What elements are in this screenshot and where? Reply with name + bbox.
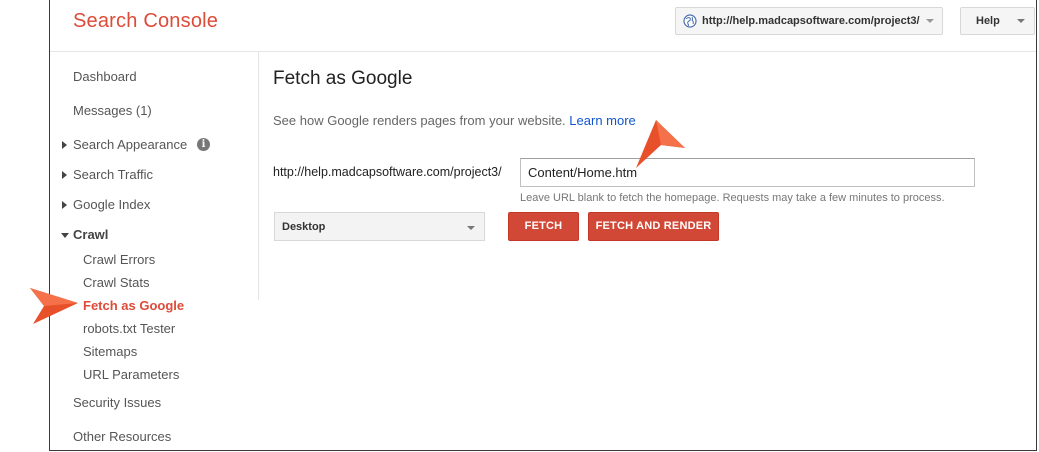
fetch-button[interactable]: FETCH xyxy=(508,212,579,241)
sidebar-item-dashboard[interactable]: Dashboard xyxy=(73,69,137,84)
sidebar-item-crawl-errors[interactable]: Crawl Errors xyxy=(83,252,155,267)
chevron-down-icon xyxy=(1017,19,1025,23)
sidebar-item-search-appearance[interactable]: Search Appearance xyxy=(62,137,188,152)
sidebar-divider xyxy=(258,52,259,300)
fetch-and-render-button[interactable]: FETCH AND RENDER xyxy=(588,212,719,241)
help-button[interactable]: Help xyxy=(960,7,1035,35)
sidebar-item-crawl-stats[interactable]: Crawl Stats xyxy=(83,275,149,290)
search-console-window: Search Console http://help.madcapsoftwar… xyxy=(49,0,1037,451)
description-text: See how Google renders pages from your w… xyxy=(273,113,566,128)
callout-arrow-icon xyxy=(636,120,685,168)
url-prefix: http://help.madcapsoftware.com/project3/ xyxy=(273,165,502,179)
url-path-input[interactable] xyxy=(520,158,975,187)
page-description: See how Google renders pages from your w… xyxy=(273,113,636,128)
property-selector[interactable]: http://help.madcapsoftware.com/project3/ xyxy=(675,7,943,35)
app-logo[interactable]: Search Console xyxy=(73,10,218,33)
expand-arrow-icon xyxy=(62,201,67,209)
expand-arrow-icon xyxy=(62,171,67,179)
page-title: Fetch as Google xyxy=(273,68,413,89)
sidebar-item-search-traffic[interactable]: Search Traffic xyxy=(62,167,153,182)
sidebar-item-messages[interactable]: Messages (1) xyxy=(73,103,152,118)
expand-arrow-icon xyxy=(62,141,67,149)
chevron-down-icon xyxy=(926,19,934,23)
sidebar-item-label: Search Traffic xyxy=(73,167,153,182)
sidebar-item-sitemaps[interactable]: Sitemaps xyxy=(83,344,137,359)
sidebar: Dashboard Messages (1) Search Appearance… xyxy=(50,52,259,450)
collapse-arrow-icon xyxy=(61,233,69,238)
sidebar-item-fetch-as-google[interactable]: Fetch as Google xyxy=(83,298,184,313)
sidebar-item-crawl[interactable]: Crawl xyxy=(61,227,109,242)
header-bar: Search Console http://help.madcapsoftwar… xyxy=(50,0,1036,52)
sidebar-item-label: Google Index xyxy=(73,197,151,212)
sidebar-item-google-index[interactable]: Google Index xyxy=(62,197,151,212)
globe-icon xyxy=(683,14,697,28)
sidebar-item-label: Crawl xyxy=(73,227,109,242)
sidebar-item-label: Search Appearance xyxy=(73,137,188,152)
device-select[interactable]: Desktop xyxy=(274,212,485,241)
info-icon[interactable]: i xyxy=(197,138,210,151)
device-value: Desktop xyxy=(282,221,326,233)
chevron-down-icon xyxy=(467,226,475,230)
sidebar-item-robots-tester[interactable]: robots.txt Tester xyxy=(83,321,175,336)
learn-more-link[interactable]: Learn more xyxy=(569,113,635,128)
help-label: Help xyxy=(976,15,1000,27)
sidebar-item-other-resources[interactable]: Other Resources xyxy=(73,429,171,444)
property-url: http://help.madcapsoftware.com/project3/ xyxy=(702,15,920,27)
url-hint: Leave URL blank to fetch the homepage. R… xyxy=(520,192,945,204)
sidebar-item-url-parameters[interactable]: URL Parameters xyxy=(83,367,179,382)
callout-arrow-icon xyxy=(30,288,78,324)
sidebar-item-security-issues[interactable]: Security Issues xyxy=(73,395,161,410)
